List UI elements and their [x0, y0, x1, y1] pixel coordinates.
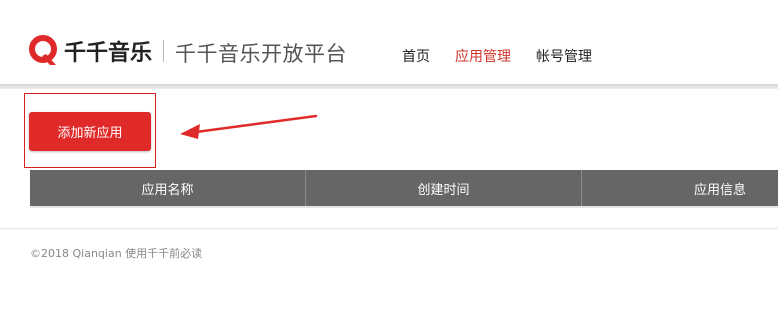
annotation-arrow-icon	[180, 114, 318, 139]
column-header-created-time: 创建时间	[306, 170, 582, 206]
platform-title: 千千音乐开放平台	[175, 42, 347, 66]
footer-text: ©2018 Qianqian 使用千千前必读	[30, 247, 203, 260]
brand-logo[interactable]: 千千音乐	[28, 35, 152, 67]
nav-item-app-management[interactable]: 应用管理	[455, 46, 511, 66]
column-header-app-info: 应用信息	[693, 182, 746, 198]
table-body-empty	[30, 206, 778, 208]
header-divider	[0, 84, 778, 89]
nav-item-home[interactable]: 首页	[402, 46, 430, 66]
site-header: 千千音乐 千千音乐开放平台 首页 应用管理 帐号管理	[0, 0, 778, 84]
logo-text: 千千音乐	[64, 41, 153, 66]
column-header-app-name: 应用名称	[30, 170, 306, 206]
add-new-app-button[interactable]: 添加新应用	[29, 112, 151, 151]
footer-divider	[0, 228, 778, 229]
app-table-header: 应用名称 创建时间 应用信息	[30, 170, 778, 206]
nav-item-account-management[interactable]: 帐号管理	[536, 46, 592, 66]
qianqian-logo-icon	[29, 35, 57, 65]
logo-divider	[163, 40, 164, 62]
